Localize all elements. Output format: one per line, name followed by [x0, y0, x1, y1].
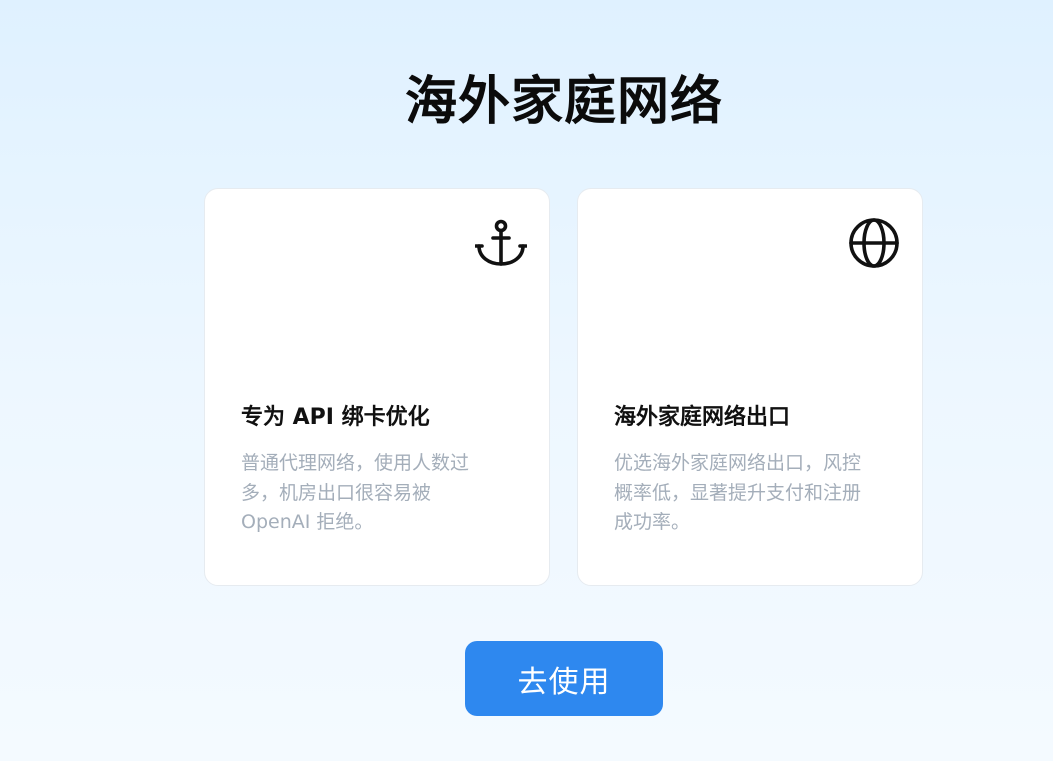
use-now-button[interactable]: 去使用	[465, 641, 663, 716]
feature-cards: 专为 API 绑卡优化 普通代理网络，使用人数过多，机房出口很容易被 OpenA…	[204, 188, 923, 586]
anchor-icon	[475, 217, 527, 269]
card-heading: 海外家庭网络出口	[614, 405, 791, 430]
card-description: 普通代理网络，使用人数过多，机房出口很容易被 OpenAI 拒绝。	[241, 452, 470, 533]
card-description: 优选海外家庭网络出口，风控概率低，显著提升支付和注册成功率。	[614, 452, 862, 533]
page-title: 海外家庭网络	[404, 72, 723, 132]
feature-card-api: 专为 API 绑卡优化 普通代理网络，使用人数过多，机房出口很容易被 OpenA…	[204, 188, 550, 586]
globe-icon	[848, 217, 900, 269]
feature-card-residential: 海外家庭网络出口 优选海外家庭网络出口，风控概率低，显著提升支付和注册成功率。	[577, 188, 923, 586]
card-heading: 专为 API 绑卡优化	[241, 405, 430, 430]
